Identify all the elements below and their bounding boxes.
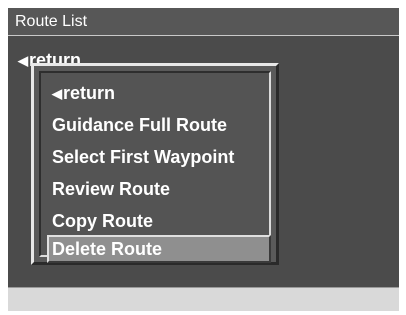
menu-item-review-route[interactable]: Review Route: [47, 175, 271, 203]
device-screen: Route List ◀return ◀return Guidance Full…: [8, 8, 399, 311]
menu-item-label: return: [63, 83, 116, 103]
menu-panel: ◀return Guidance Full Route Select First…: [39, 71, 271, 263]
menu-item-label: Guidance Full Route: [52, 115, 228, 135]
menu-item-return[interactable]: ◀return: [47, 79, 271, 107]
left-triangle-icon: ◀: [18, 53, 28, 68]
menu-item-select-first-waypoint[interactable]: Select First Waypoint: [47, 143, 271, 171]
status-bar: [8, 287, 399, 311]
menu-item-delete-route[interactable]: Delete Route: [47, 235, 271, 263]
left-triangle-icon: ◀: [52, 86, 62, 101]
menu-item-label: Copy Route: [52, 211, 153, 231]
menu-item-guidance-full-route[interactable]: Guidance Full Route: [47, 111, 271, 139]
page-title: Route List: [15, 13, 88, 30]
menu-item-label: Delete Route: [52, 239, 163, 259]
title-bar: Route List: [8, 8, 399, 36]
menu-item-label: Review Route: [52, 179, 171, 199]
menu-item-label: Select First Waypoint: [52, 147, 235, 167]
menu-item-copy-route[interactable]: Copy Route: [47, 207, 271, 235]
route-options-menu: ◀return Guidance Full Route Select First…: [31, 63, 279, 265]
